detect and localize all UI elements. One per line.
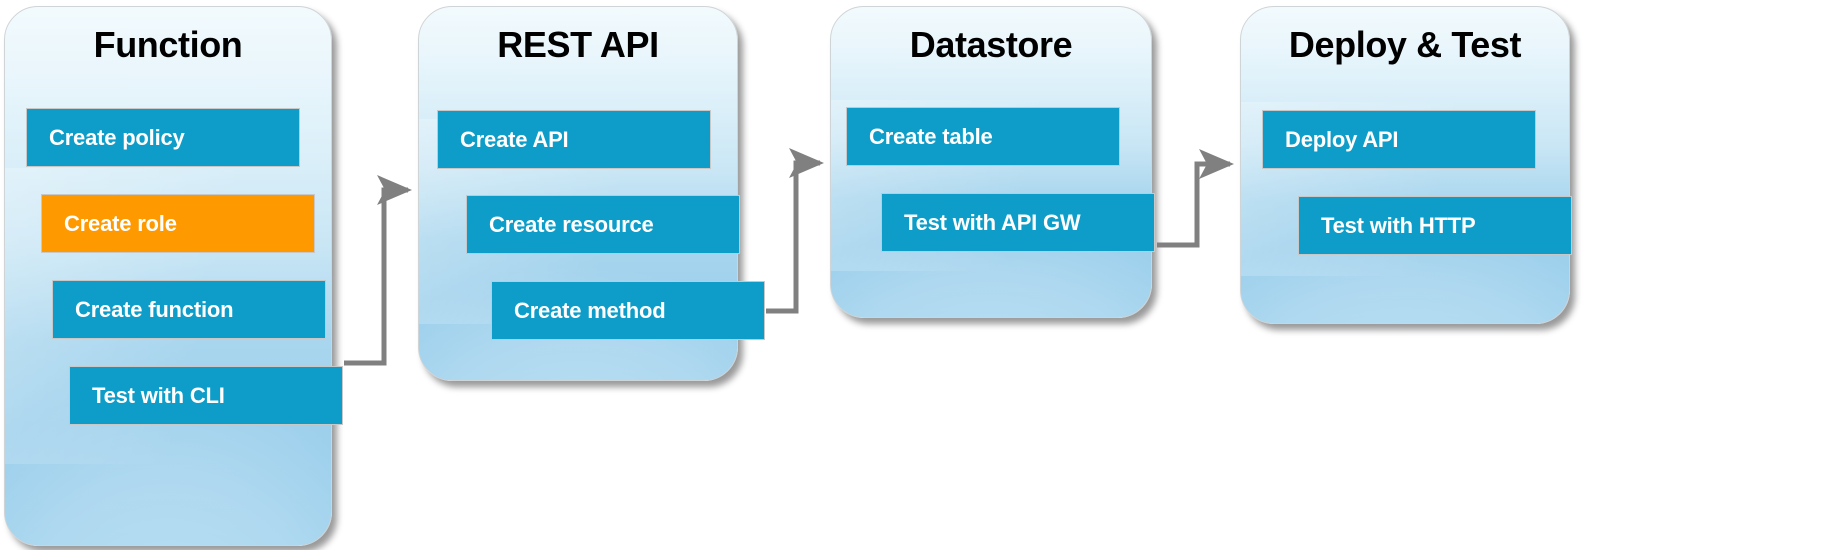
step-create-policy[interactable]: Create policy — [26, 108, 300, 167]
group-title-datastore: Datastore — [909, 24, 1073, 65]
step-deploy-api[interactable]: Deploy API — [1262, 110, 1536, 169]
group-title-deploy-test: Deploy & Test — [1288, 24, 1522, 65]
step-create-api[interactable]: Create API — [437, 110, 711, 169]
group-title-function: Function — [93, 24, 243, 65]
step-test-with-api-gw[interactable]: Test with API GW — [881, 193, 1155, 252]
step-test-with-http[interactable]: Test with HTTP — [1298, 196, 1572, 255]
step-create-function[interactable]: Create function — [52, 280, 326, 339]
group-title-rest-api: REST API — [497, 24, 659, 65]
step-test-with-cli[interactable]: Test with CLI — [69, 366, 343, 425]
step-create-table[interactable]: Create table — [846, 107, 1120, 166]
step-create-resource[interactable]: Create resource — [466, 195, 740, 254]
step-create-role[interactable]: Create role — [41, 194, 315, 253]
step-create-method[interactable]: Create method — [491, 281, 765, 340]
workflow-diagram: Function Create policy Create role Creat… — [0, 0, 1828, 550]
group-panel-function[interactable] — [4, 6, 332, 546]
